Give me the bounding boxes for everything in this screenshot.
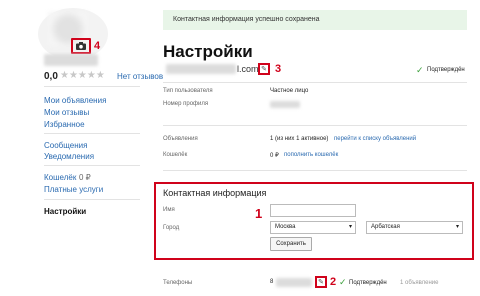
user-type-label: Тип пользователя (163, 88, 213, 94)
change-photo-button[interactable] (71, 38, 91, 54)
rating-value: 0,0 (44, 71, 58, 82)
phone-confirmed-status: Подтверждён (349, 280, 387, 286)
divider (163, 170, 467, 171)
pencil-icon: ✎ (261, 66, 267, 73)
profile-number-label: Номер профиля (163, 101, 209, 107)
annotation-1: 1 (255, 206, 263, 221)
chevron-down-icon: ▾ (348, 224, 352, 230)
wallet-value: 0 ₽ (270, 153, 279, 159)
sidebar-item-settings[interactable]: Настройки (44, 207, 86, 216)
camera-icon (76, 42, 86, 50)
sidebar-divider (44, 199, 140, 200)
pencil-icon: ✎ (318, 279, 324, 286)
success-alert: Контактная информация успешно сохранена (163, 10, 467, 30)
ads-list-link[interactable]: перейти к списку объявлений (334, 136, 416, 142)
sidebar-divider (44, 86, 140, 87)
annotation-3: 3 (275, 63, 282, 75)
edit-email-button[interactable]: ✎ (258, 63, 270, 75)
user-name (44, 54, 98, 66)
check-icon: ✓ (339, 277, 347, 287)
phone-prefix: 8 (270, 279, 274, 285)
email-hidden (166, 64, 236, 74)
sidebar-divider (44, 165, 140, 166)
contact-info-title: Контактная информация (163, 188, 267, 198)
sidebar-item-my-reviews[interactable]: Мои отзывы (44, 108, 89, 117)
sidebar-item-messages[interactable]: Сообщения (44, 141, 87, 150)
profile-number-hidden (270, 101, 300, 108)
edit-phone-button[interactable]: ✎ (315, 276, 327, 288)
sidebar-item-paid-services[interactable]: Платные услуги (44, 185, 103, 194)
sidebar-divider (44, 133, 140, 134)
city-select[interactable]: Москва ▾ (270, 221, 356, 234)
page-title: Настройки (163, 42, 253, 61)
email-confirmed-status: Подтверждён (427, 67, 465, 73)
ads-label: Объявления (163, 136, 198, 142)
metro-select[interactable]: Арбатская ▾ (366, 221, 463, 234)
phone-ads-count: 1 объявление (400, 280, 439, 286)
metro-select-value: Арбатская (371, 224, 400, 230)
name-label: Имя (163, 207, 175, 213)
phones-label: Телефоны (163, 280, 193, 286)
divider (163, 125, 467, 126)
user-type-value: Частное лицо (270, 88, 309, 94)
save-button[interactable]: Сохранить (270, 237, 312, 251)
sidebar-item-notifications[interactable]: Уведомления (44, 152, 94, 161)
ads-value: 1 (из них 1 активное) (270, 136, 329, 142)
check-icon: ✓ (416, 65, 424, 75)
divider (163, 82, 467, 83)
no-reviews-link[interactable]: Нет отзывов (117, 72, 163, 81)
phone-hidden (276, 278, 312, 287)
annotation-2: 2 (330, 276, 337, 288)
name-input[interactable] (270, 204, 356, 217)
annotation-4: 4 (94, 40, 101, 52)
wallet-amount: 0 ₽ (79, 173, 91, 182)
rating-stars: ★★★★★ (60, 70, 105, 81)
wallet-label: Кошелёк (163, 152, 188, 158)
city-label: Город (163, 225, 180, 231)
sidebar-item-wallet[interactable]: Кошелёк (44, 173, 76, 182)
chevron-down-icon: ▾ (455, 224, 459, 230)
sidebar-item-my-ads[interactable]: Мои объявления (44, 96, 106, 105)
email-suffix: l.com (237, 64, 259, 74)
sidebar-item-favorites[interactable]: Избранное (44, 120, 85, 129)
wallet-topup-link[interactable]: пополнить кошелёк (284, 152, 338, 158)
city-select-value: Москва (275, 224, 296, 230)
